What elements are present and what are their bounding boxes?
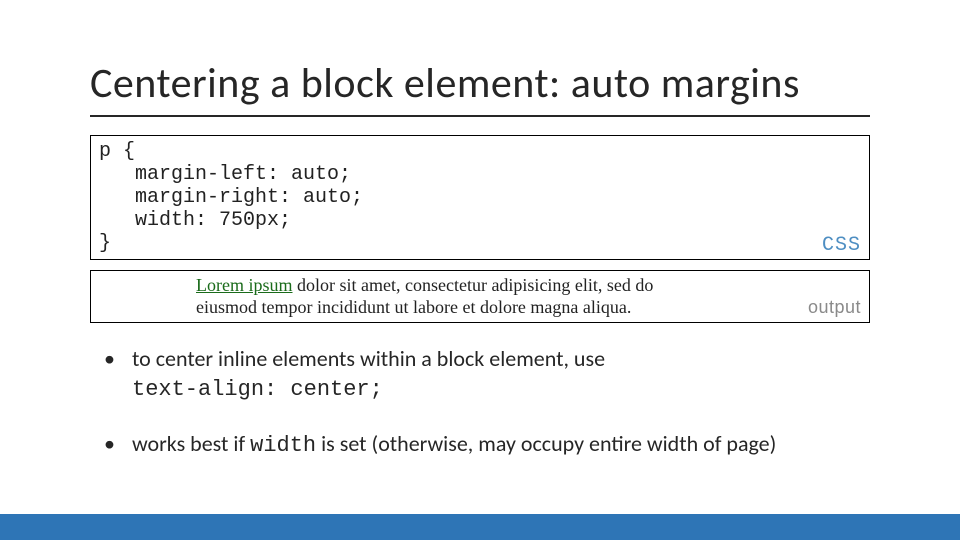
bullet-1-text: to center inline elements within a block… [132,345,605,372]
css-code-box: p { margin-left: auto; margin-right: aut… [90,135,870,260]
bullet-item-2: works best if width is set (otherwise, m… [118,430,870,461]
output-link[interactable]: Lorem ipsum [196,275,293,295]
bullet-item-1: to center inline elements within a block… [118,345,870,404]
bullet-1-code: text-align: center; [132,377,383,402]
output-label: output [808,297,861,319]
css-code-text: p { margin-left: auto; margin-right: aut… [99,140,363,255]
bullet-2-code: width [250,433,316,458]
slide: Centering a block element: auto margins … [0,0,960,540]
slide-title: Centering a block element: auto margins [90,58,870,117]
bottom-accent-bar [0,514,960,540]
bullet-2-pre: works best if [132,430,250,457]
output-paragraph: Lorem ipsum dolor sit amet, consectetur … [196,275,666,318]
output-box: Lorem ipsum dolor sit amet, consectetur … [90,270,870,323]
css-label: CSS [822,234,861,257]
bullet-2-post: is set (otherwise, may occupy entire wid… [316,430,776,457]
bullet-list: to center inline elements within a block… [90,345,870,461]
